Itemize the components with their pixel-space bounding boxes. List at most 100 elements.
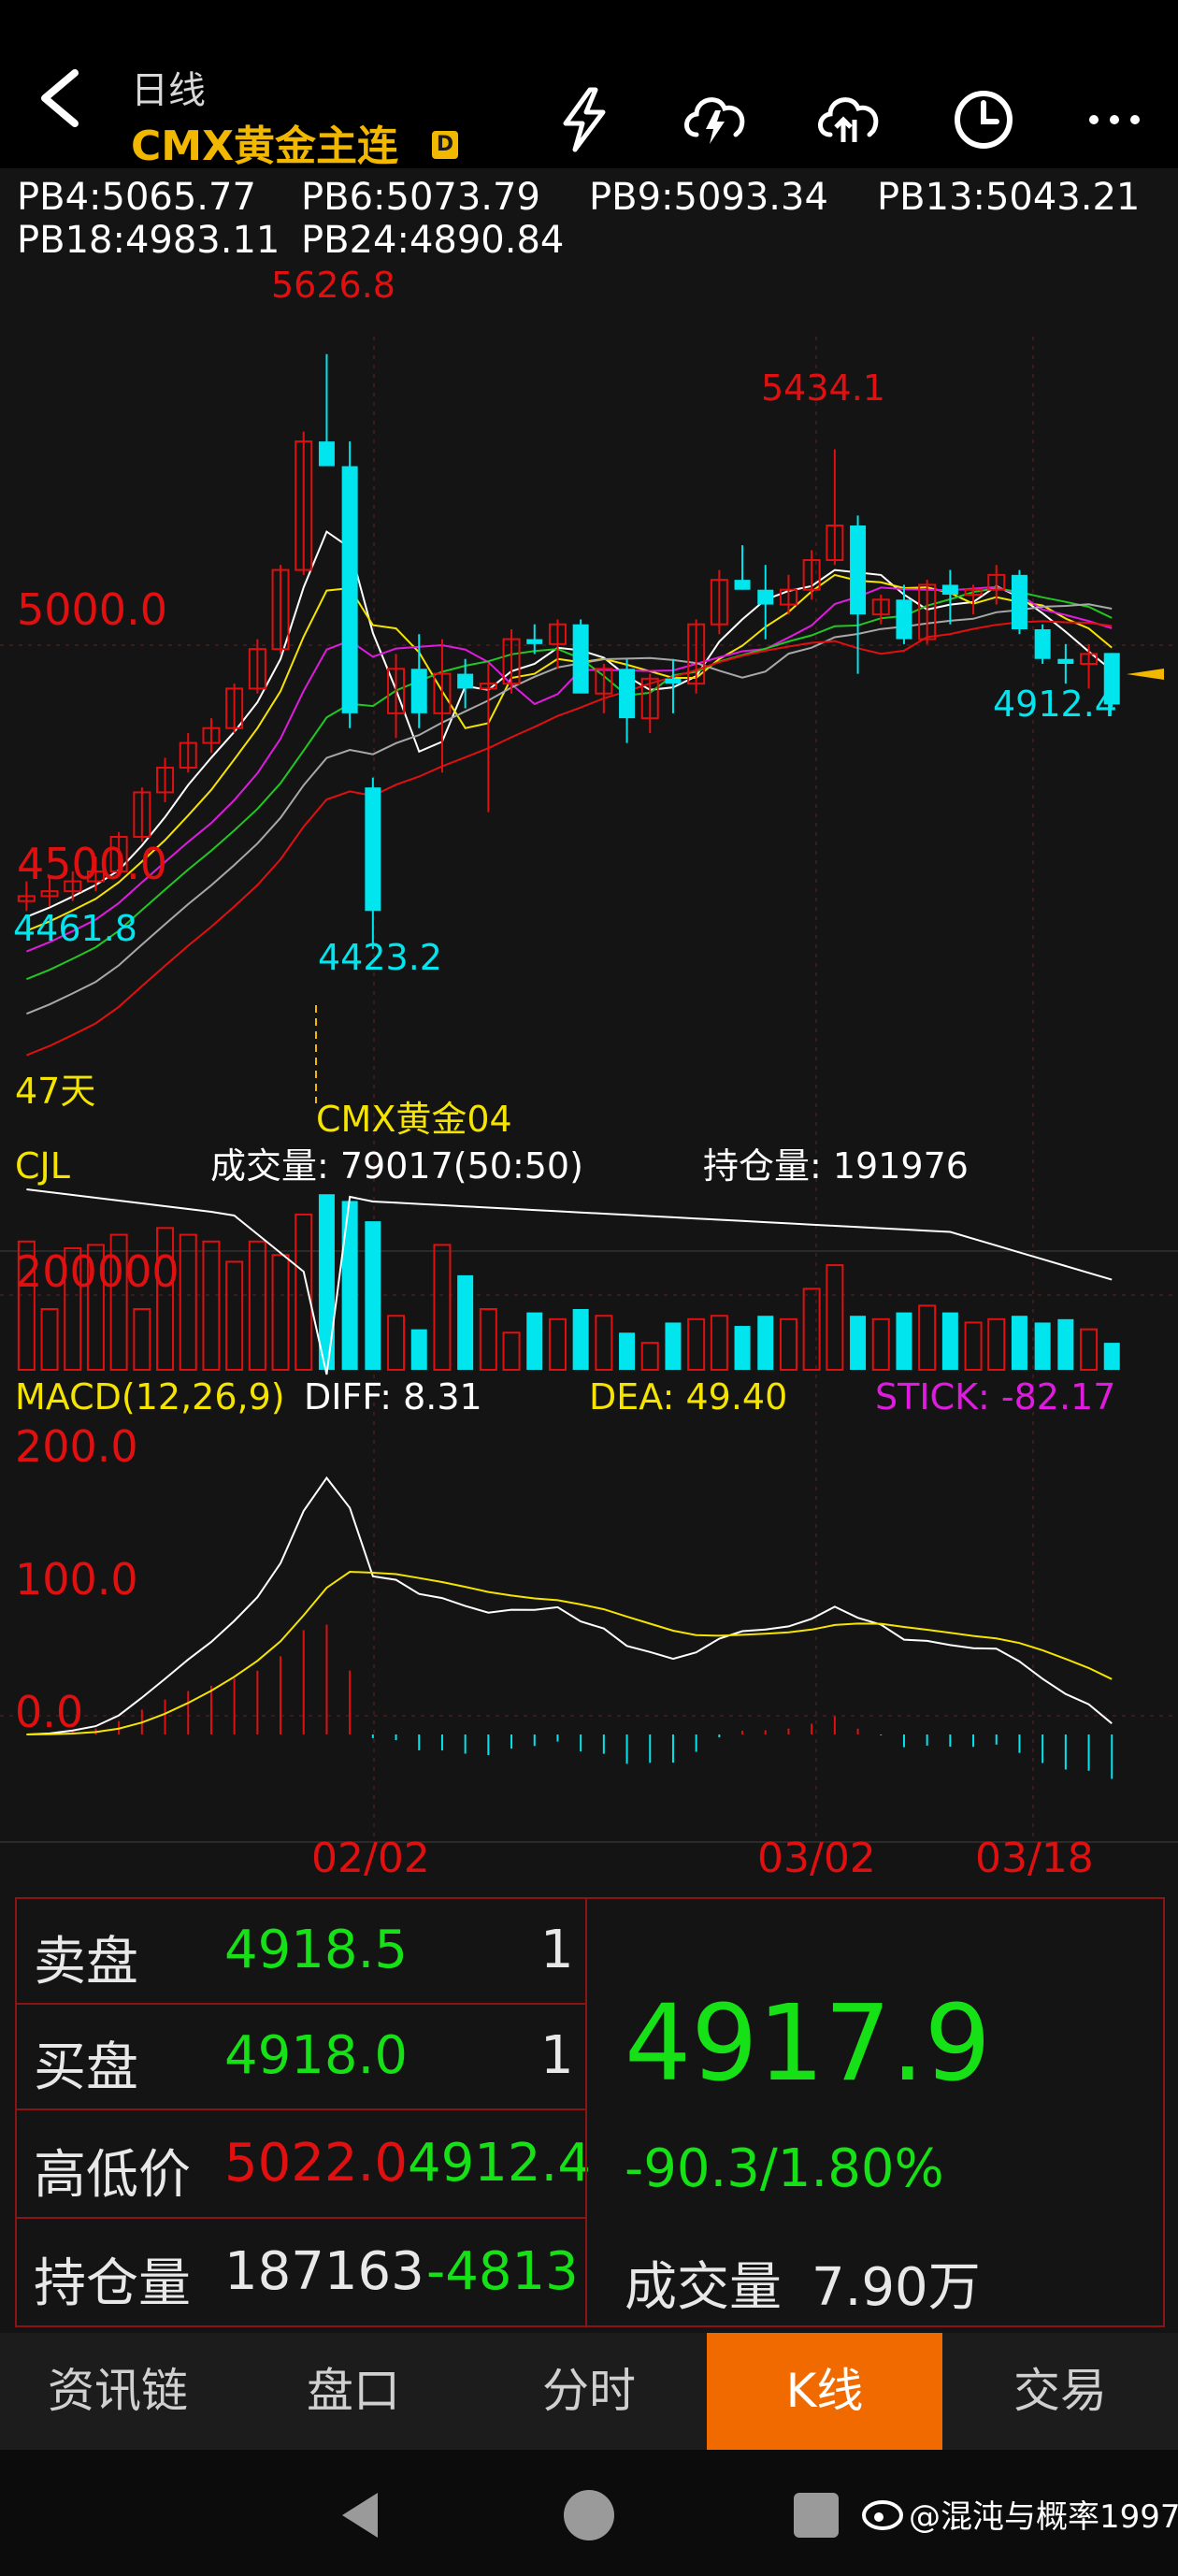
- volume-bar: [248, 1240, 266, 1372]
- volume-bar: [548, 1317, 567, 1372]
- open-interest-label: 持仓量: 191976: [703, 1145, 969, 1187]
- macd-title: MACD(12,26,9): [15, 1376, 285, 1418]
- ma-line-pb6: [26, 573, 1113, 932]
- volume-bar: [710, 1315, 728, 1371]
- volume-label: 成交量: 79017(50:50): [210, 1145, 583, 1187]
- nav-recents-icon[interactable]: [790, 2489, 842, 2541]
- volume-bar: [850, 1316, 867, 1370]
- high-price: 5022.0: [224, 2133, 408, 2194]
- ask-row[interactable]: 卖盘 4918.5 1: [15, 1897, 587, 2005]
- volume-bar: [318, 1194, 335, 1370]
- volume-bar: [640, 1342, 659, 1371]
- x-date-0202: 02/02: [311, 1835, 430, 1882]
- volume-bar: [896, 1312, 912, 1370]
- volume-bar: [341, 1201, 358, 1370]
- volume-bar: [502, 1331, 521, 1372]
- volume-bar: [734, 1326, 751, 1370]
- volume-bar: [941, 1312, 958, 1370]
- volume-bar: [202, 1240, 221, 1372]
- ask-label: 卖盘: [34, 1932, 138, 1993]
- chart-canvas: 5000.0 4500.0 5626.8 5434.1 4423.2 4461.…: [0, 265, 1178, 1882]
- open-interest-change: -4813: [426, 2241, 579, 2302]
- annotation-low-mid: 4423.2: [318, 937, 442, 978]
- candle-body: [457, 673, 474, 689]
- volume-summary-label: 成交量: [625, 2257, 782, 2318]
- volume-bar: [871, 1317, 890, 1372]
- volume-bar: [1057, 1318, 1074, 1370]
- tab-intraday[interactable]: 分时: [471, 2333, 707, 2450]
- clock-icon[interactable]: [946, 82, 1021, 157]
- volume-bar: [179, 1233, 197, 1371]
- volume-bar: [365, 1221, 381, 1370]
- lightning-icon[interactable]: [547, 82, 622, 157]
- macd-diff: DIFF: 8.31: [304, 1376, 482, 1418]
- open-interest-value: 187163: [224, 2241, 424, 2302]
- days-label: 47天: [15, 1071, 95, 1112]
- candle-body: [619, 669, 636, 719]
- candle-body: [1057, 658, 1074, 664]
- contract-label: CMX黄金04: [316, 1099, 512, 1140]
- nav-home-icon[interactable]: [561, 2487, 617, 2543]
- kline-chart[interactable]: PB4:5065.77 PB6:5073.79 PB9:5093.34 PB13…: [0, 168, 1178, 1893]
- bottom-tab-bar: 资讯链 盘口 分时 K线 交易: [0, 2333, 1178, 2450]
- candle-body: [341, 466, 358, 713]
- candle-body: [896, 599, 912, 640]
- bid-qty: 1: [540, 2025, 574, 2086]
- volume-bar: [964, 1321, 983, 1372]
- y-label-5000: 5000.0: [17, 584, 167, 635]
- macd-y-100: 100.0: [15, 1554, 138, 1605]
- volume-bar: [572, 1309, 589, 1370]
- period-label[interactable]: 日线: [131, 60, 206, 114]
- tab-trade[interactable]: 交易: [942, 2333, 1178, 2450]
- system-nav-bar: @混沌与概率1997: [0, 2450, 1178, 2576]
- weibo-icon: [862, 2500, 903, 2530]
- bid-row[interactable]: 买盘 4918.0 1: [15, 2003, 587, 2110]
- cloud-download-icon[interactable]: [678, 82, 753, 157]
- volume-bar: [619, 1332, 636, 1370]
- volume-bar: [271, 1254, 290, 1371]
- candle-body: [365, 787, 381, 912]
- app-header: 日线 CMX黄金主连 D: [0, 19, 1178, 170]
- volume-bar: [1080, 1328, 1099, 1371]
- volume-bar: [457, 1274, 474, 1370]
- status-bar: [0, 0, 1178, 19]
- candle-body: [526, 639, 543, 644]
- candle-body: [572, 624, 589, 694]
- volume-bar: [433, 1244, 452, 1372]
- cloud-upload-icon[interactable]: [812, 82, 886, 157]
- volume-bar: [826, 1264, 844, 1371]
- volume-bar: [40, 1308, 59, 1371]
- back-arrow-icon[interactable]: [28, 65, 93, 131]
- volume-bar: [133, 1308, 151, 1371]
- volume-y-label: 200000: [15, 1246, 180, 1297]
- tab-order-book[interactable]: 盘口: [236, 2333, 471, 2450]
- candle-body: [850, 525, 867, 615]
- volume-bar: [802, 1288, 821, 1372]
- volume-bar: [1011, 1316, 1027, 1370]
- candle-body: [941, 584, 958, 595]
- last-price-marker: [1127, 669, 1164, 680]
- candle-body: [410, 669, 427, 713]
- instrument-title[interactable]: CMX黄金主连: [131, 112, 398, 172]
- annotation-last-low: 4912.4: [993, 684, 1117, 725]
- volume-bar: [1103, 1343, 1120, 1370]
- open-interest-row: 持仓量 187163 -4813: [15, 2217, 587, 2327]
- ma-line-pb18: [26, 603, 1113, 1015]
- volume-summary-value: 7.90万: [812, 2257, 981, 2318]
- tab-news-chain[interactable]: 资讯链: [0, 2333, 236, 2450]
- ask-price: 4918.5: [224, 1920, 408, 1980]
- macd-dea: DEA: 49.40: [589, 1376, 787, 1418]
- volume-bar: [225, 1260, 244, 1372]
- nav-back-icon[interactable]: [337, 2489, 383, 2541]
- ma-line-pb9: [26, 585, 1113, 953]
- watermark: @混沌与概率1997: [909, 2498, 1178, 2536]
- volume-bar: [687, 1317, 706, 1372]
- volume-bar: [410, 1329, 427, 1370]
- volume-bar: [987, 1317, 1006, 1372]
- price-change: -90.3/1.80%: [625, 2138, 944, 2199]
- volume-bar: [918, 1304, 937, 1372]
- more-icon[interactable]: [1077, 82, 1152, 157]
- candle-body: [1034, 629, 1051, 659]
- annotation-high-right: 5434.1: [761, 367, 885, 409]
- tab-kline[interactable]: K线: [707, 2333, 942, 2450]
